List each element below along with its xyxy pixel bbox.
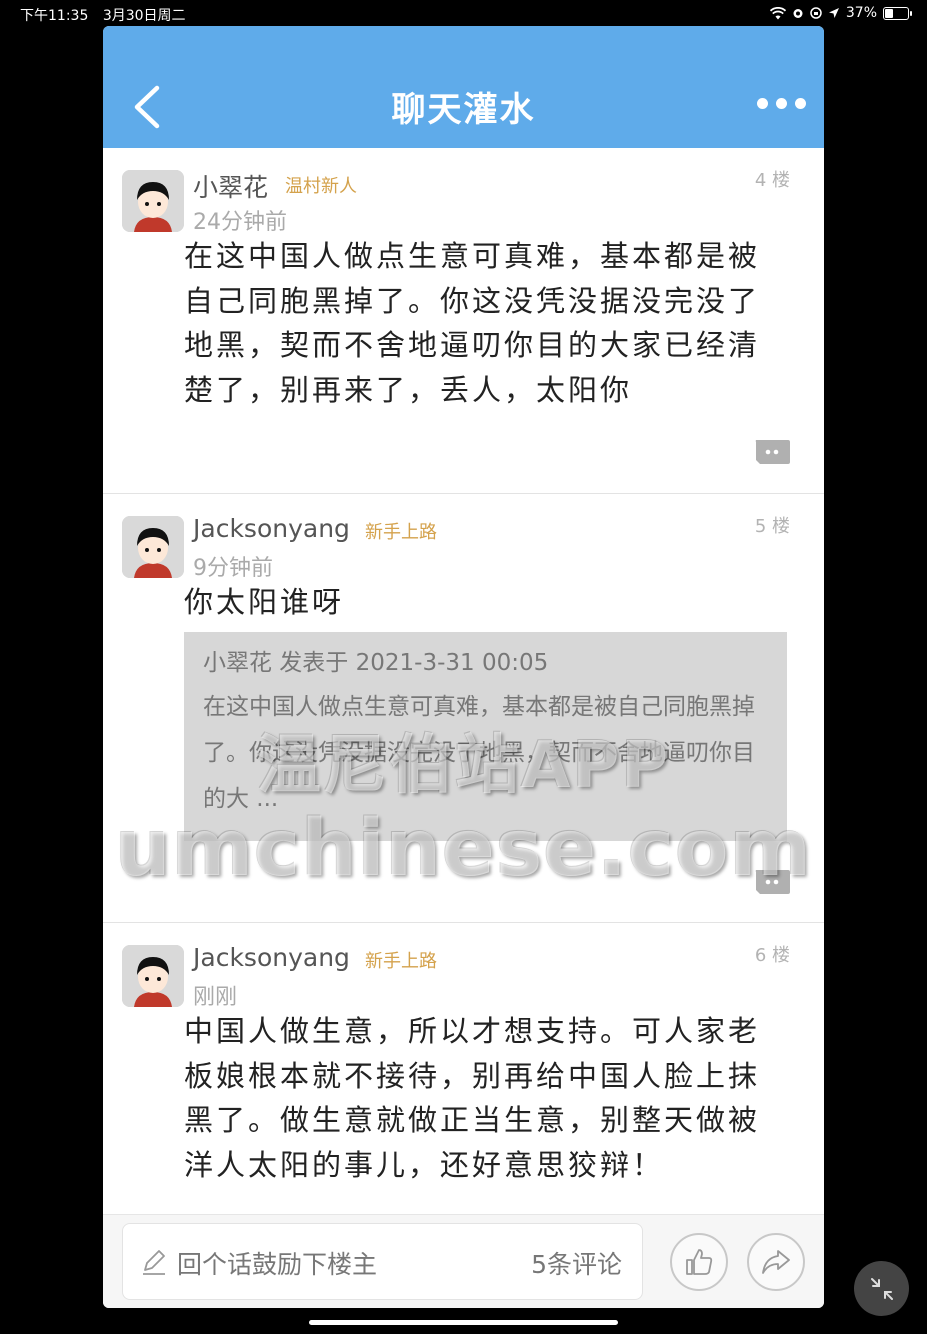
author-name[interactable]: Jacksonyang <box>193 514 350 543</box>
quoted-post[interactable]: 小翠花 发表于 2021-3-31 00:05 在这中国人做点生意可真难，基本都… <box>184 632 787 841</box>
user-badge: 新手上路 <box>365 951 437 972</box>
author-name[interactable]: Jacksonyang <box>193 943 350 972</box>
rotation-lock-icon <box>810 7 822 19</box>
battery-percent: 37% <box>845 5 877 21</box>
post-time: 24分钟前 <box>193 210 287 235</box>
avatar[interactable] <box>122 945 184 1007</box>
battery-fill <box>885 8 893 18</box>
status-date: 3月30日周二 <box>102 8 186 24</box>
floor-number: 4 楼 <box>754 170 790 191</box>
comment-bubble-icon[interactable] <box>754 870 790 894</box>
post-time: 刚刚 <box>193 985 238 1010</box>
post-item: 小翠花 温村新人 24分钟前 4 楼 在这中国人做点生意可真难，基本都是被自己同… <box>103 148 824 494</box>
app-window: 聊天灌水 小翠花 温村新人 24分钟前 4 楼 在这中国人做点生意可真难，基本都… <box>103 26 824 1308</box>
battery-icon <box>883 6 912 20</box>
thumbs-up-icon <box>686 1249 713 1275</box>
status-bar: 下午11:35 3月30日周二 37% <box>0 0 927 26</box>
user-badge: 温村新人 <box>285 176 357 197</box>
nav-bar: 聊天灌水 <box>103 26 824 148</box>
post-body: 中国人做生意，所以才想支持。可人家老板娘根本就不接待，别再给中国人脸上抹黑了。做… <box>184 1014 761 1182</box>
avatar[interactable] <box>122 170 184 232</box>
comment-input[interactable]: 回个话鼓励下楼主 5条评论 <box>122 1223 643 1300</box>
user-badge: 新手上路 <box>365 522 437 543</box>
comment-placeholder: 回个话鼓励下楼主 <box>177 1250 378 1279</box>
home-indicator[interactable] <box>309 1320 618 1325</box>
collapse-arrows-icon <box>870 1277 893 1300</box>
collapse-button[interactable] <box>854 1261 909 1316</box>
location-icon <box>828 8 839 18</box>
pencil-icon <box>143 1250 165 1275</box>
quote-text: 在这中国人做点生意可真难，基本都是被自己同胞黑掉了。你这没凭没据没完没了地黑，契… <box>203 694 755 812</box>
more-dots-icon[interactable] <box>757 98 806 109</box>
like-button[interactable] <box>670 1233 728 1291</box>
post-list: 小翠花 温村新人 24分钟前 4 楼 在这中国人做点生意可真难，基本都是被自己同… <box>103 148 824 1214</box>
status-time: 下午11:35 <box>20 8 89 24</box>
wifi-icon <box>769 6 786 19</box>
post-item: Jacksonyang 新手上路 9分钟前 5 楼 你太阳谁呀 小翠花 发表于 … <box>103 494 824 923</box>
author-name[interactable]: 小翠花 <box>193 168 268 204</box>
floor-number: 6 楼 <box>754 945 790 966</box>
share-button[interactable] <box>747 1233 805 1291</box>
comment-bubble-icon[interactable] <box>754 440 790 464</box>
post-time: 9分钟前 <box>193 556 273 581</box>
alarm-icon <box>793 9 803 18</box>
page-title: 聊天灌水 <box>391 90 536 130</box>
post-body: 你太阳谁呀 <box>184 585 345 619</box>
quote-header: 小翠花 发表于 2021-3-31 00:05 <box>203 650 549 676</box>
post-item: Jacksonyang 新手上路 刚刚 6 楼 中国人做生意，所以才想支持。可人… <box>103 923 824 1214</box>
floor-number: 5 楼 <box>754 516 790 537</box>
avatar[interactable] <box>122 516 184 578</box>
bottom-bar: 回个话鼓励下楼主 5条评论 <box>103 1214 824 1308</box>
post-body: 在这中国人做点生意可真难，基本都是被自己同胞黑掉了。你这没凭没据没完没了地黑，契… <box>184 239 761 407</box>
share-arrow-icon <box>762 1250 790 1274</box>
comment-count[interactable]: 5条评论 <box>531 1245 622 1281</box>
